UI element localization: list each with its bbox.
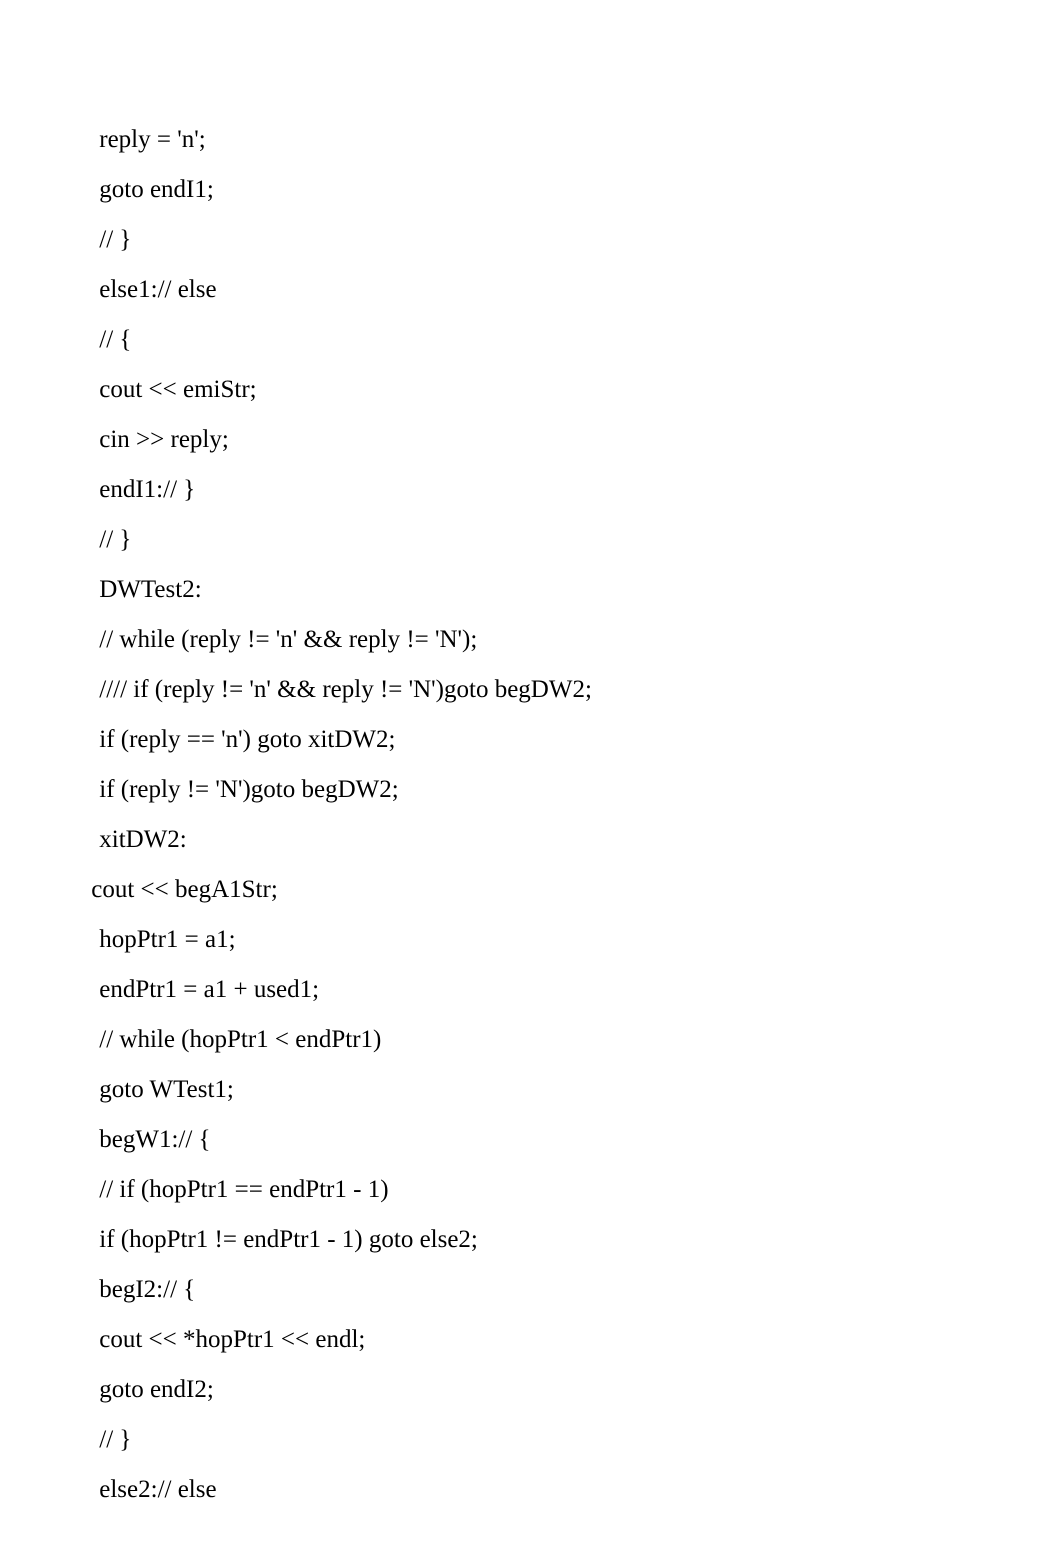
code-line: cout << *hopPtr1 << endl; <box>93 1315 992 1365</box>
code-line: // { <box>93 315 992 365</box>
document-page: reply = 'n'; goto endI1; // } else1:// e… <box>0 0 1062 1561</box>
code-line: if (reply == 'n') goto xitDW2; <box>93 715 992 765</box>
code-line: reply = 'n'; <box>93 115 992 165</box>
code-line: // while (hopPtr1 < endPtr1) <box>93 1015 992 1065</box>
code-line: xitDW2: <box>93 815 992 865</box>
code-line: goto endI1; <box>93 165 992 215</box>
code-line: cout << emiStr; <box>93 365 992 415</box>
code-line: goto endI2; <box>93 1365 992 1415</box>
code-line: goto WTest1; <box>93 1065 992 1115</box>
code-line: if (hopPtr1 != endPtr1 - 1) goto else2; <box>93 1215 992 1265</box>
code-line: cout << begA1Str; <box>85 865 992 915</box>
code-line: DWTest2: <box>93 565 992 615</box>
code-line: begW1:// { <box>93 1115 992 1165</box>
code-line: // if (hopPtr1 == endPtr1 - 1) <box>93 1165 992 1215</box>
code-line: //// if (reply != 'n' && reply != 'N')go… <box>93 665 992 715</box>
code-line: begI2:// { <box>93 1265 992 1315</box>
code-line: hopPtr1 = a1; <box>93 915 992 965</box>
code-line: else1:// else <box>93 265 992 315</box>
code-line: endPtr1 = a1 + used1; <box>93 965 992 1015</box>
code-line: if (reply != 'N')goto begDW2; <box>93 765 992 815</box>
code-line: // while (reply != 'n' && reply != 'N'); <box>93 615 992 665</box>
code-line: cin >> reply; <box>93 415 992 465</box>
code-line: // } <box>93 1415 992 1465</box>
code-line: // } <box>93 515 992 565</box>
code-line: endI1:// } <box>93 465 992 515</box>
code-line: else2:// else <box>93 1465 992 1515</box>
code-line: // } <box>93 215 992 265</box>
